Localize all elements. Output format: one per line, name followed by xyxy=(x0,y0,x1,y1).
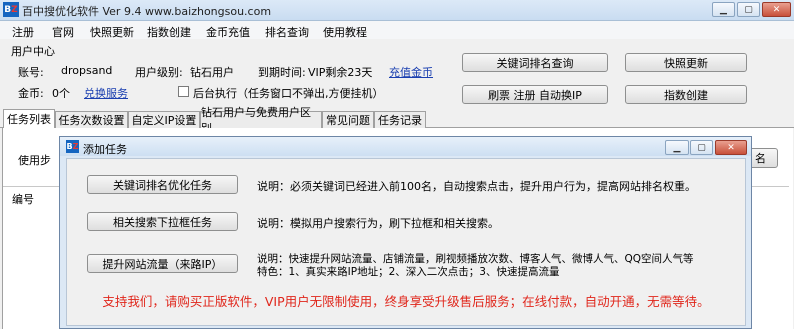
background-run-label: 后台执行（任务窗口不弹出,方便挂机） xyxy=(193,87,384,100)
tab-task-list[interactable]: 任务列表 xyxy=(3,109,55,128)
dialog-close-icon[interactable]: ✕ xyxy=(715,140,747,155)
column-header-number: 编号 xyxy=(12,193,34,206)
dialog-logo-icon: BZ xyxy=(66,140,79,153)
tab-user-difference[interactable]: 钻石用户与免费用户区别 xyxy=(200,106,322,135)
menu-official-site[interactable]: 官网 xyxy=(52,24,74,40)
menu-register[interactable]: 注册 xyxy=(12,24,34,40)
menu-tutorial[interactable]: 使用教程 xyxy=(323,24,367,40)
index-create-button[interactable]: 指数创建 xyxy=(625,85,747,104)
menu-coin-recharge[interactable]: 金币充值 xyxy=(206,24,250,40)
level-value: 钻石用户 xyxy=(190,66,234,79)
refresh-register-button[interactable]: 刷票 注册 自动换IP xyxy=(462,85,608,104)
keyword-rank-task-button[interactable]: 关键词排名优化任务 xyxy=(87,175,238,194)
menu-rank-query[interactable]: 排名查询 xyxy=(265,24,309,40)
menu-snapshot-update[interactable]: 快照更新 xyxy=(90,24,134,40)
minimize-icon[interactable]: ▁ xyxy=(712,2,735,17)
tab-faq[interactable]: 常见问题 xyxy=(322,111,374,128)
user-center-title: 用户中心 xyxy=(11,45,55,58)
account-value: dropsand xyxy=(61,64,113,77)
snapshot-update-button[interactable]: 快照更新 xyxy=(625,53,747,72)
coins-value: 0个 xyxy=(52,87,70,100)
partial-right-button[interactable]: 名 xyxy=(748,148,778,168)
dropdown-search-task-button[interactable]: 相关搜索下拉框任务 xyxy=(87,212,238,231)
traffic-boost-task-feature: 特色：1、真实来路IP地址；2、深入二次点击；3、快速提高流量 xyxy=(257,266,560,278)
coins-label: 金币: xyxy=(18,87,44,100)
dialog-minimize-icon[interactable]: ▁ xyxy=(665,140,689,155)
maximize-icon[interactable]: ▢ xyxy=(737,2,760,17)
use-steps-label: 使用步 xyxy=(18,154,51,167)
dialog-title: 添加任务 xyxy=(83,143,127,156)
menu-index-create[interactable]: 指数创建 xyxy=(147,24,191,40)
traffic-boost-task-button[interactable]: 提升网站流量（来路IP） xyxy=(87,254,238,273)
close-icon[interactable]: ✕ xyxy=(762,2,791,17)
rank-query-button[interactable]: 关键词排名查询 xyxy=(462,53,608,72)
dialog-maximize-icon[interactable]: ▢ xyxy=(690,140,713,155)
dialog-titlebar xyxy=(60,137,751,156)
tab-task-count[interactable]: 任务次数设置 xyxy=(55,111,128,128)
dropdown-search-task-description: 说明：模拟用户搜索行为，刷下拉框和相关搜索。 xyxy=(257,217,499,230)
background-run-checkbox[interactable] xyxy=(178,86,189,97)
app-logo-icon: BZ xyxy=(3,2,19,17)
level-label: 用户级别: xyxy=(135,66,183,79)
account-label: 账号: xyxy=(18,66,44,79)
exchange-service-link[interactable]: 兑换服务 xyxy=(84,85,128,101)
recharge-link[interactable]: 充值金币 xyxy=(389,64,433,80)
purchase-notice: 支持我们，请购买正版软件，VIP用户无限制使用，终身享受升级售后服务；在线付款，… xyxy=(102,294,710,309)
tab-task-records[interactable]: 任务记录 xyxy=(374,111,426,128)
tab-custom-ip[interactable]: 自定义IP设置 xyxy=(128,111,200,128)
expire-value: VIP剩余23天 xyxy=(308,66,373,79)
expire-label: 到期时间: xyxy=(258,66,306,79)
window-title: 百中搜优化软件 Ver 9.4 www.baizhongsou.com xyxy=(22,5,272,18)
keyword-rank-task-description: 说明：必须关键词已经进入前100名，自动搜索点击，提升用户行为，提高网站排名权重… xyxy=(257,180,696,193)
